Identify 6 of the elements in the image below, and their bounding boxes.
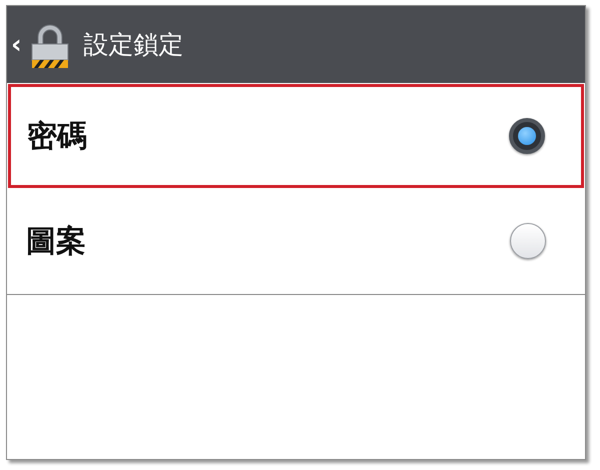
radio-button[interactable] xyxy=(509,118,545,154)
screen-title: 設定鎖定 xyxy=(84,29,184,61)
radio-button[interactable] xyxy=(510,223,546,259)
option-label: 圖案 xyxy=(26,222,86,260)
back-button[interactable]: ‹ xyxy=(11,32,22,58)
option-label: 密碼 xyxy=(27,118,87,156)
